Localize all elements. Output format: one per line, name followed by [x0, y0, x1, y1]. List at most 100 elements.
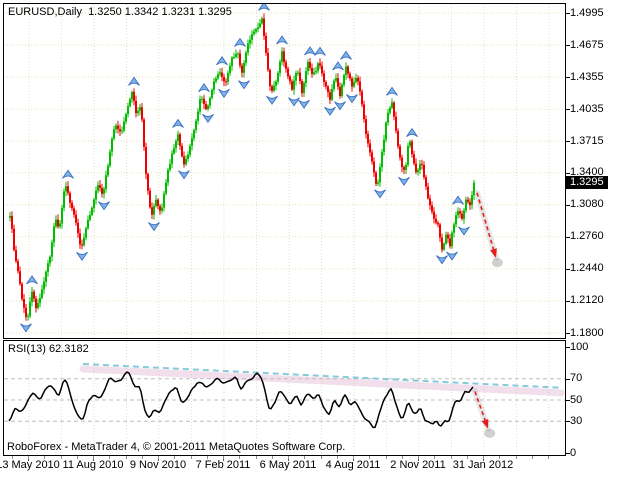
- fractal-down-icon: [346, 94, 358, 104]
- forecast-arrow: [476, 192, 495, 251]
- fractal-down-icon: [398, 176, 410, 186]
- time-axis-minor-tick: [353, 456, 354, 459]
- time-axis-minor-tick: [336, 456, 338, 459]
- price-axis-label: 1.4035: [570, 102, 604, 115]
- rsi-axis-label: 100: [570, 340, 589, 353]
- fractal-up-icon: [452, 195, 464, 205]
- time-axis-minor-tick: [466, 456, 468, 459]
- fractal-down-icon: [334, 101, 346, 111]
- time-axis-minor-tick: [434, 456, 436, 459]
- time-axis-minor-tick: [141, 456, 143, 459]
- time-axis-minor-tick: [369, 456, 371, 459]
- fractal-down-icon: [238, 80, 250, 90]
- time-axis-minor-tick: [255, 456, 257, 459]
- fractal-down-icon: [202, 113, 214, 124]
- price-axis-label: 1.4675: [570, 38, 604, 51]
- rsi-axis-tick: [566, 347, 570, 348]
- fractal-down-icon: [324, 106, 336, 116]
- time-axis-minor-tick: [548, 456, 549, 459]
- time-axis-minor-tick: [76, 456, 78, 459]
- time-axis-label: 13 May 2010: [0, 459, 60, 471]
- fractal-down-icon: [178, 170, 190, 180]
- candlestick-series: [9, 13, 475, 321]
- fractal-up-icon: [234, 37, 246, 47]
- rsi-axis-tick: [566, 400, 570, 401]
- fractal-up-icon: [332, 61, 344, 71]
- time-axis-minor-tick: [499, 456, 501, 459]
- price-axis-tick: [566, 268, 570, 270]
- time-axis-minor-tick: [190, 456, 192, 459]
- time-axis-minor-tick: [206, 456, 208, 459]
- price-axis-tick: [566, 172, 570, 174]
- time-axis-minor-tick: [174, 456, 176, 459]
- price-axis-tick: [566, 204, 570, 206]
- price-axis-tick: [566, 45, 570, 47]
- time-axis-minor-tick: [109, 456, 111, 459]
- rsi-axis-label: 0: [570, 446, 577, 459]
- price-axis-tick: [566, 109, 570, 111]
- rsi-indicator-label: RSI(13) 62.3182: [8, 343, 89, 355]
- rsi-axis-label: 30: [570, 414, 583, 427]
- time-axis-minor-tick: [385, 456, 387, 459]
- price-axis-label: 1.4355: [570, 70, 604, 83]
- price-axis-tick: [566, 236, 570, 238]
- time-axis-minor-tick: [44, 456, 46, 459]
- price-axis-tick: [566, 300, 570, 302]
- chart-title: EURUSD,Daily 1.3250 1.3342 1.3231 1.3295: [8, 6, 232, 18]
- fractal-up-icon: [128, 76, 140, 86]
- fractal-up-icon: [172, 118, 184, 128]
- fractal-up-icon: [216, 56, 228, 66]
- price-axis-tick: [566, 77, 570, 79]
- rsi-axis-label: 70: [570, 372, 583, 385]
- current-price-badge: 1.3295: [566, 176, 608, 190]
- price-axis-label: 1.3080: [570, 198, 604, 211]
- time-axis-minor-tick: [304, 456, 306, 459]
- fractal-up-icon: [258, 4, 270, 11]
- fractal-up-icon: [314, 46, 326, 56]
- fractal-down-icon: [458, 226, 470, 236]
- price-axis-label: 1.2120: [570, 294, 604, 307]
- time-axis-minor-tick: [401, 456, 403, 459]
- time-axis-minor-tick: [515, 456, 517, 459]
- fractal-down-icon: [266, 95, 278, 105]
- fractal-down-icon: [148, 222, 160, 232]
- time-axis-minor-tick: [483, 456, 484, 459]
- fractal-down-icon: [218, 88, 230, 99]
- rsi-axis-label: 50: [570, 393, 583, 406]
- fractal-up-icon: [62, 169, 74, 179]
- time-axis-minor-tick: [288, 456, 289, 459]
- mt4-chart-window: EURUSD,Daily 1.3250 1.3342 1.3231 1.3295…: [0, 0, 640, 480]
- fractal-down-icon: [288, 97, 300, 107]
- time-axis-minor-tick: [239, 456, 241, 459]
- time-axis-minor-tick: [11, 456, 13, 459]
- price-axis-label: 1.2760: [570, 230, 604, 243]
- price-axis-tick: [566, 13, 570, 14]
- time-axis-minor-tick: [223, 456, 224, 459]
- main-chart-panel[interactable]: [3, 3, 566, 339]
- fractal-down-icon: [98, 201, 110, 211]
- price-axis-label: 1.1800: [570, 326, 604, 339]
- fractal-down-icon: [374, 189, 386, 199]
- fractal-up-icon: [406, 127, 418, 137]
- fractal-up-icon: [26, 275, 38, 285]
- fractal-down-icon: [436, 255, 448, 265]
- price-axis-tick: [566, 141, 570, 143]
- time-axis-minor-tick: [320, 456, 322, 459]
- time-axis-minor-tick: [28, 456, 29, 459]
- fractal-up-icon: [276, 35, 288, 45]
- time-axis-minor-tick: [125, 456, 127, 459]
- rsi-indicator-panel[interactable]: [3, 340, 566, 456]
- rsi-axis-tick: [566, 421, 570, 423]
- rsi-axis-tick: [566, 453, 570, 454]
- time-axis-minor-tick: [93, 456, 94, 459]
- price-axis-label: 1.4995: [570, 6, 604, 19]
- fractal-up-icon: [304, 46, 316, 56]
- time-axis-minor-tick: [158, 456, 159, 459]
- time-axis-minor-tick: [531, 456, 533, 459]
- fractal-down-icon: [298, 99, 310, 109]
- time-axis-minor-tick: [60, 456, 62, 459]
- time-axis-minor-tick: [450, 456, 452, 459]
- fractal-up-icon: [340, 50, 352, 60]
- time-axis-minor-tick: [418, 456, 419, 459]
- fractal-down-icon: [20, 323, 32, 333]
